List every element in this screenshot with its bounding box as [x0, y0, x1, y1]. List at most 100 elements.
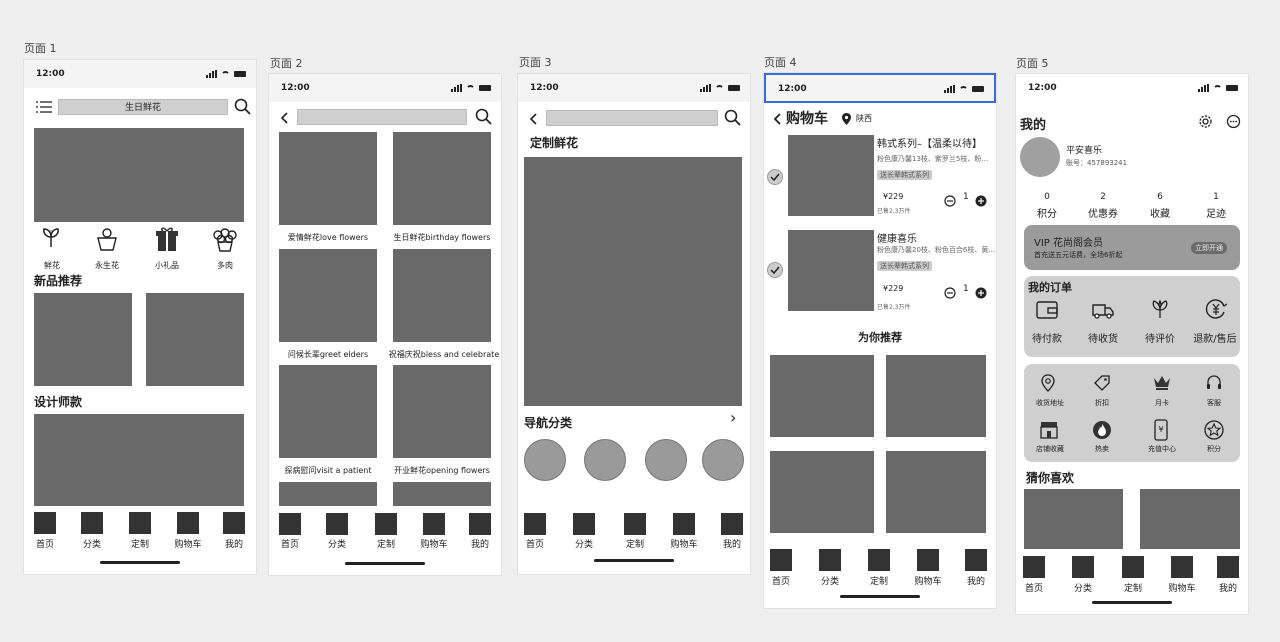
wallet-icon[interactable]: [1036, 300, 1058, 324]
stat-favorites-label[interactable]: 收藏: [1143, 205, 1177, 220]
category-label-succulents[interactable]: 多肉: [210, 260, 240, 271]
tab-category[interactable]: 分类: [72, 537, 112, 550]
location-text[interactable]: 陕西: [856, 113, 872, 124]
tab-mine-icon[interactable]: [965, 549, 987, 571]
tab-mine[interactable]: 我的: [1208, 581, 1248, 594]
stat-coupons-label[interactable]: 优惠券: [1084, 205, 1122, 220]
category-image[interactable]: [279, 365, 377, 458]
tab-custom-icon[interactable]: [129, 512, 151, 534]
flower-review-icon[interactable]: [1149, 298, 1171, 324]
fire-icon[interactable]: [1092, 420, 1112, 444]
tab-mine[interactable]: 我的: [712, 537, 750, 550]
tab-mine-icon[interactable]: [223, 512, 245, 534]
cart-item-image[interactable]: [788, 135, 874, 216]
tab-cart[interactable]: 购物车: [664, 537, 704, 550]
tab-home-icon[interactable]: [279, 513, 301, 535]
category-image[interactable]: [393, 132, 491, 225]
tab-category-icon[interactable]: [573, 513, 595, 535]
service-discount[interactable]: 折扣: [1080, 398, 1124, 408]
tab-custom[interactable]: 定制: [1113, 581, 1153, 594]
recommend-image[interactable]: [770, 355, 874, 437]
order-refund[interactable]: 退款/售后: [1188, 330, 1242, 345]
tab-category-icon[interactable]: [819, 549, 841, 571]
truck-icon[interactable]: [1091, 300, 1115, 324]
stat-points-label[interactable]: 积分: [1030, 205, 1064, 220]
back-icon[interactable]: [528, 111, 538, 130]
minus-icon[interactable]: [944, 192, 956, 211]
recharge-icon[interactable]: ¥: [1153, 419, 1169, 445]
chevron-right-icon[interactable]: ›: [730, 408, 736, 427]
back-icon[interactable]: [772, 111, 782, 130]
gift-icon[interactable]: [155, 226, 179, 256]
star-points-icon[interactable]: [1204, 420, 1224, 444]
tab-home-icon[interactable]: [1023, 556, 1045, 578]
product-image[interactable]: [34, 293, 132, 386]
tab-category-icon[interactable]: [1072, 556, 1094, 578]
plus-icon[interactable]: [975, 284, 987, 303]
tab-cart[interactable]: 购物车: [414, 537, 454, 550]
vip-open-button[interactable]: 立即开通: [1191, 242, 1227, 254]
custom-image[interactable]: [524, 157, 742, 406]
search-input[interactable]: [297, 109, 467, 125]
vip-banner[interactable]: VIP 花尚阁会员 首充送五元话费，全场6折起 立即开通: [1024, 225, 1240, 270]
stat-history-label[interactable]: 足迹: [1199, 205, 1233, 220]
tab-mine[interactable]: 我的: [956, 574, 996, 587]
recommend-image[interactable]: [770, 451, 874, 533]
tab-cart-icon[interactable]: [177, 512, 199, 534]
nav-category-circle[interactable]: [702, 439, 744, 481]
service-address[interactable]: 收货地址: [1028, 398, 1072, 408]
recommend-image[interactable]: [886, 451, 986, 533]
category-label-gifts[interactable]: 小礼品: [152, 260, 182, 271]
yen-refund-icon[interactable]: [1205, 298, 1228, 324]
tab-custom[interactable]: 定制: [859, 574, 899, 587]
location-pin-icon[interactable]: [1040, 374, 1056, 396]
flower-icon[interactable]: [40, 226, 62, 252]
tab-mine-icon[interactable]: [469, 513, 491, 535]
tab-cart[interactable]: 购物车: [908, 574, 948, 587]
search-icon[interactable]: [475, 108, 492, 129]
tab-mine[interactable]: 我的: [460, 537, 500, 550]
recommend-image[interactable]: [886, 355, 986, 437]
tab-custom[interactable]: 定制: [120, 537, 160, 550]
tab-custom-icon[interactable]: [375, 513, 397, 535]
tab-home-icon[interactable]: [770, 549, 792, 571]
tab-mine-icon[interactable]: [1217, 556, 1239, 578]
tab-home[interactable]: 首页: [270, 537, 310, 550]
plus-icon[interactable]: [975, 192, 987, 211]
guess-image[interactable]: [1140, 489, 1240, 549]
nav-category-circle[interactable]: [524, 439, 566, 481]
tab-cart-icon[interactable]: [423, 513, 445, 535]
store-icon[interactable]: [1039, 420, 1059, 444]
category-label-preserved[interactable]: 永生花: [92, 260, 122, 271]
tag-discount-icon[interactable]: [1093, 374, 1111, 396]
tab-home[interactable]: 首页: [764, 574, 801, 587]
category-image[interactable]: [393, 482, 491, 506]
caption-elders[interactable]: 问候长辈greet elders: [273, 349, 383, 360]
headset-icon[interactable]: [1205, 374, 1223, 396]
caption-birthday[interactable]: 生日鲜花birthday flowers: [387, 232, 497, 243]
message-icon[interactable]: [1226, 114, 1241, 133]
status-bar-selected[interactable]: 12:00: [764, 73, 996, 103]
tab-cart-icon[interactable]: [917, 549, 939, 571]
tab-category[interactable]: 分类: [1063, 581, 1103, 594]
back-icon[interactable]: [279, 110, 289, 129]
service-points[interactable]: 积分: [1192, 444, 1236, 454]
tab-category[interactable]: 分类: [810, 574, 850, 587]
tab-cart[interactable]: 购物车: [1162, 581, 1202, 594]
tab-custom-icon[interactable]: [1122, 556, 1144, 578]
tab-home[interactable]: 首页: [25, 537, 65, 550]
designer-image[interactable]: [34, 414, 244, 506]
search-icon[interactable]: [724, 109, 741, 130]
tab-category-icon[interactable]: [326, 513, 348, 535]
category-image[interactable]: [279, 482, 377, 506]
caption-patient[interactable]: 探病慰问visit a patient: [273, 465, 383, 476]
category-image[interactable]: [279, 132, 377, 225]
item-checkbox[interactable]: [767, 169, 783, 185]
guess-image[interactable]: [1024, 489, 1123, 549]
nav-category-circle[interactable]: [645, 439, 687, 481]
banner-image[interactable]: [34, 128, 244, 222]
tab-category[interactable]: 分类: [564, 537, 604, 550]
tab-category-icon[interactable]: [81, 512, 103, 534]
caption-love[interactable]: 爱情鲜花love flowers: [273, 232, 383, 243]
caption-celebrate[interactable]: 祝福庆祝bless and celebrate: [387, 349, 501, 360]
